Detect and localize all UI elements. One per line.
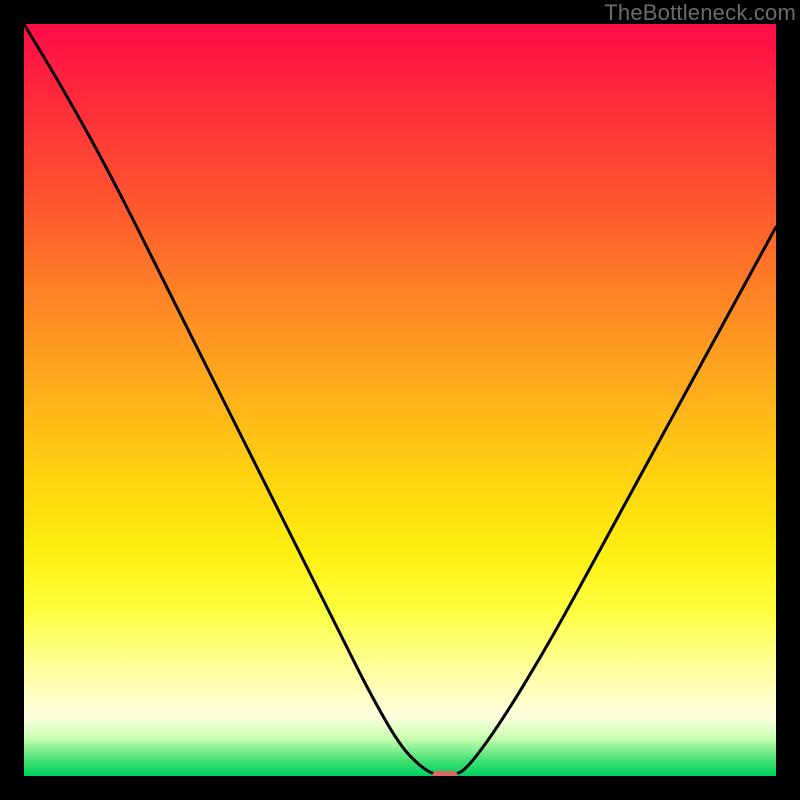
optimal-point-marker xyxy=(432,771,458,776)
watermark-text: TheBottleneck.com xyxy=(604,0,796,26)
curve-layer xyxy=(24,24,776,776)
chart-frame: TheBottleneck.com xyxy=(0,0,800,800)
plot-area xyxy=(24,24,776,776)
bottleneck-curve xyxy=(24,24,776,776)
